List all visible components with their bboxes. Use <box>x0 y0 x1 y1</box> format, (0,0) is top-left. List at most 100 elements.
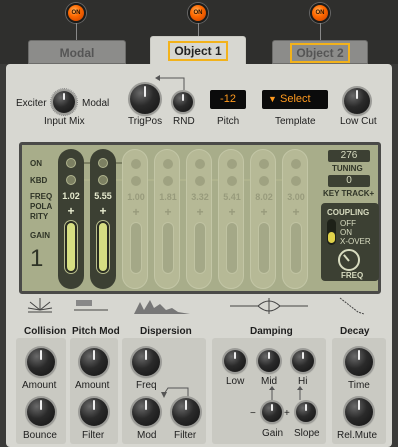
damping-section: Low Mid Hi − + Gain Slope <box>212 338 326 444</box>
pitchmod-curve-icon <box>74 300 108 311</box>
partial-gain-fader[interactable] <box>97 221 109 273</box>
partial-kbd-toggle[interactable] <box>163 176 173 186</box>
partial-polarity[interactable]: + <box>58 204 84 218</box>
damping-hi-knob[interactable] <box>292 350 314 372</box>
partial-column[interactable]: 8.02 + <box>250 149 276 289</box>
low-cut-knob[interactable] <box>344 88 370 114</box>
partial-on-toggle[interactable] <box>66 158 76 168</box>
partial-polarity[interactable]: + <box>251 205 277 219</box>
decay-time-knob[interactable] <box>345 348 373 376</box>
damping-low-knob[interactable] <box>224 350 246 372</box>
coupling-option-off[interactable]: OFF <box>340 219 356 228</box>
collision-section: Amount Bounce <box>16 338 66 444</box>
decay-curve-icon <box>339 297 365 315</box>
partial-polarity[interactable]: + <box>155 205 181 219</box>
coupling-freq-knob[interactable] <box>338 249 360 271</box>
partial-on-toggle[interactable] <box>131 159 141 169</box>
collision-amount-knob[interactable] <box>27 348 55 376</box>
partial-column[interactable]: 1.00 + <box>122 149 148 289</box>
rnd-knob[interactable] <box>173 92 193 112</box>
partial-on-toggle[interactable] <box>98 158 108 168</box>
damping-slope-knob[interactable] <box>296 402 316 422</box>
dispersion-mod-knob[interactable] <box>132 398 160 426</box>
partial-polarity[interactable]: + <box>219 205 245 219</box>
decay-title: Decay <box>340 326 370 337</box>
pitchmod-title: Pitch Mod <box>72 326 120 337</box>
modal-power-led[interactable]: ON <box>66 3 86 23</box>
partial-polarity[interactable]: + <box>187 205 213 219</box>
partial-on-toggle[interactable] <box>195 159 205 169</box>
partial-gain-fader[interactable] <box>290 222 302 274</box>
partial-gain-fader[interactable] <box>162 222 174 274</box>
partial-freq[interactable]: 8.02 <box>251 192 277 202</box>
partial-on-toggle[interactable] <box>259 159 269 169</box>
coupling-freq-label: FREQ <box>341 271 364 280</box>
dispersion-freq-knob[interactable] <box>132 348 160 376</box>
partial-on-toggle[interactable] <box>163 159 173 169</box>
partial-gain-fader[interactable] <box>194 222 206 274</box>
coupling-switch[interactable] <box>327 219 336 245</box>
damping-low-label: Low <box>226 376 245 387</box>
pitchmod-amount-knob[interactable] <box>80 348 108 376</box>
partial-column[interactable]: 5.41 + <box>218 149 244 289</box>
partial-column[interactable]: 1.02 + <box>58 149 84 289</box>
partial-freq[interactable]: 5.55 <box>90 191 116 201</box>
partial-polarity[interactable]: + <box>123 205 149 219</box>
partial-on-toggle[interactable] <box>227 159 237 169</box>
object1-power-led[interactable]: ON <box>188 3 208 23</box>
modal-label: Modal <box>82 98 110 109</box>
tuning-value[interactable]: 276 <box>328 150 370 162</box>
collision-bounce-knob[interactable] <box>27 398 55 426</box>
dispersion-filter-knob[interactable] <box>172 398 200 426</box>
pitch-label: Pitch <box>217 116 240 127</box>
pitchmod-filter-knob[interactable] <box>80 398 108 426</box>
tab-object-1[interactable]: Object 1 <box>150 36 246 66</box>
partial-column[interactable]: 3.32 + <box>186 149 212 289</box>
coupling-option-xover[interactable]: X-OVER <box>340 237 371 246</box>
partial-column[interactable]: 1.81 + <box>154 149 180 289</box>
partial-freq[interactable]: 3.00 <box>283 192 309 202</box>
trigpos-label: TrigPos <box>128 116 163 127</box>
partial-kbd-toggle[interactable] <box>195 176 205 186</box>
tab-modal[interactable]: Modal <box>28 40 126 64</box>
collision-bounce-label: Bounce <box>23 430 57 441</box>
damping-link-arrows <box>269 386 303 400</box>
template-select[interactable]: ▼ Select <box>262 90 328 109</box>
partial-freq[interactable]: 1.00 <box>123 192 149 202</box>
coupling-switch-handle[interactable] <box>328 232 335 243</box>
partial-gain-fader[interactable] <box>65 221 77 273</box>
partial-kbd-toggle[interactable] <box>98 175 108 185</box>
tab-label: Object 2 <box>290 43 350 63</box>
pitch-display[interactable]: -12 <box>210 90 246 109</box>
gain-value: 1 <box>30 245 44 272</box>
partial-kbd-toggle[interactable] <box>131 176 141 186</box>
partial-column[interactable]: 5.55 + <box>90 149 116 289</box>
partial-gain-fader[interactable] <box>130 222 142 274</box>
partial-kbd-toggle[interactable] <box>66 175 76 185</box>
partial-gain-fader[interactable] <box>226 222 238 274</box>
damping-mid-knob[interactable] <box>258 350 280 372</box>
partial-kbd-toggle[interactable] <box>291 176 301 186</box>
damping-slope-label: Slope <box>294 428 320 439</box>
partial-gain-fader[interactable] <box>258 222 270 274</box>
trigpos-knob[interactable] <box>130 84 160 114</box>
partial-freq[interactable]: 3.32 <box>187 192 213 202</box>
coupling-option-on[interactable]: ON <box>340 228 352 237</box>
partial-kbd-toggle[interactable] <box>227 176 237 186</box>
decay-relmute-knob[interactable] <box>345 398 373 426</box>
keytrack-value[interactable]: 0 <box>328 175 370 187</box>
gain-plus-label: + <box>284 408 290 419</box>
partial-freq[interactable]: 5.41 <box>219 192 245 202</box>
input-mix-knob[interactable] <box>53 91 75 113</box>
partial-on-toggle[interactable] <box>291 159 301 169</box>
damping-gain-knob[interactable] <box>262 402 282 422</box>
object2-power-led[interactable]: ON <box>310 3 330 23</box>
partial-polarity[interactable]: + <box>90 204 116 218</box>
partial-polarity[interactable]: + <box>283 205 309 219</box>
partial-kbd-toggle[interactable] <box>259 176 269 186</box>
partial-freq[interactable]: 1.81 <box>155 192 181 202</box>
tab-label: Object 1 <box>168 41 228 61</box>
tab-object-2[interactable]: Object 2 <box>272 40 368 64</box>
partial-freq[interactable]: 1.02 <box>58 191 84 201</box>
partial-column[interactable]: 3.00 + <box>282 149 308 289</box>
